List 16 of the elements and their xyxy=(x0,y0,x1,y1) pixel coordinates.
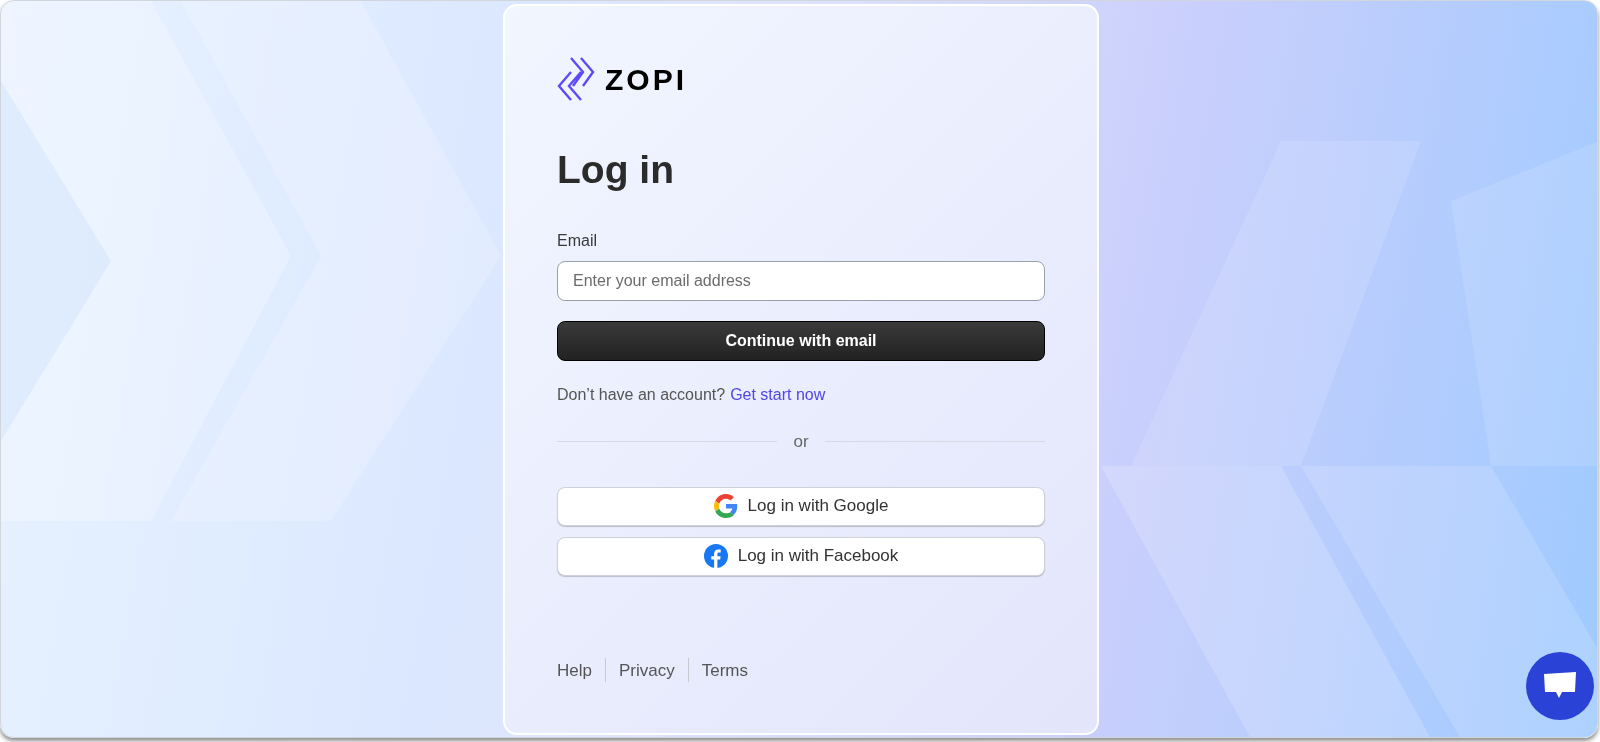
page-title: Log in xyxy=(557,150,675,189)
logo-icon xyxy=(557,56,595,102)
field-label: Email xyxy=(557,231,597,251)
signup-prompt: Don’t have an account? xyxy=(557,385,726,405)
facebook-login-button[interactable]: Log in with Facebook xyxy=(557,536,1045,576)
google-icon xyxy=(713,494,738,518)
continue-button[interactable]: Continue with email xyxy=(557,321,1045,361)
footer-link[interactable]: Terms xyxy=(701,657,748,683)
footer-link[interactable]: Help xyxy=(557,657,592,683)
email-field[interactable]: Enter your email address xyxy=(557,261,1045,301)
divider-text: or xyxy=(793,431,809,453)
logo-text: ZOPI xyxy=(605,61,687,98)
facebook-icon xyxy=(703,544,728,568)
signup-link[interactable]: Get start now xyxy=(730,383,826,407)
google-login-button[interactable]: Log in with Google xyxy=(557,486,1045,526)
footer-link[interactable]: Privacy xyxy=(618,657,675,683)
